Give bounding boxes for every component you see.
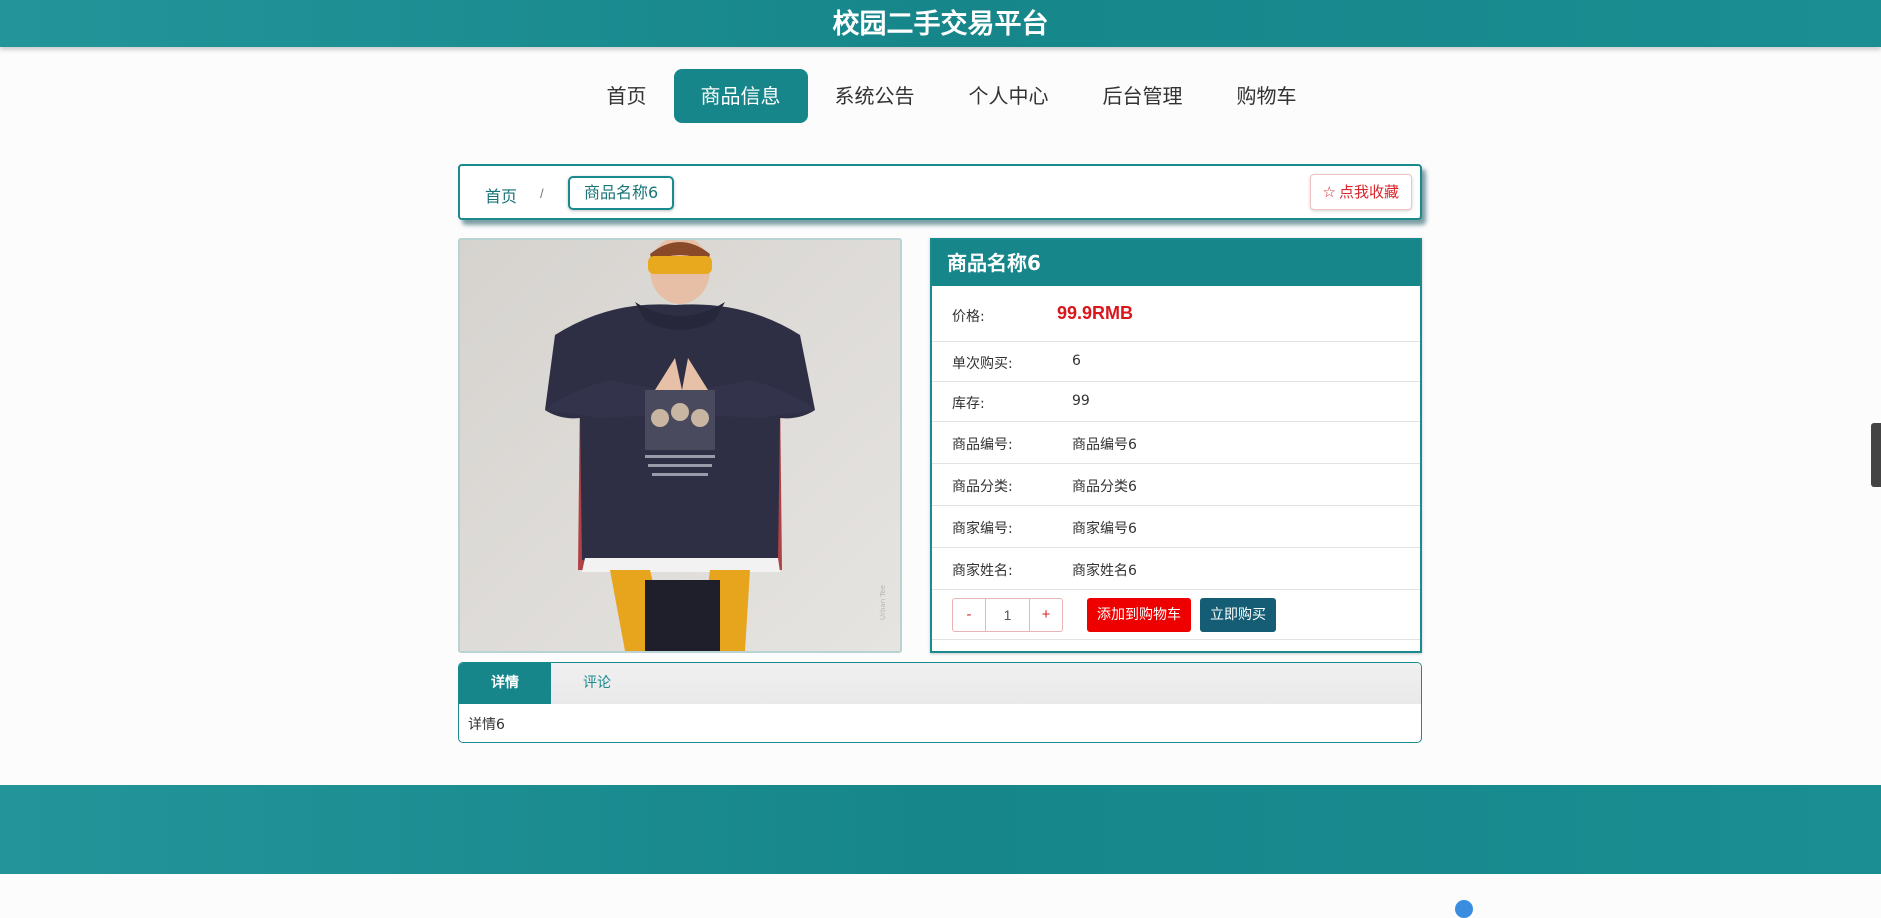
breadcrumb-separator: / [540,186,544,201]
info-row-label: 商家姓名: [952,563,1013,579]
main-nav-list: 首页 商品信息 系统公告 个人中心 后台管理 购物车 [558,69,1324,123]
breadcrumb: 首页 / 商品名称6 ☆ 点我收藏 [458,164,1422,220]
info-row-merchant-id: 商家编号: 商家编号6 [932,506,1420,548]
tab-content: 详情6 [468,717,505,733]
price-value: 99.9RMB [1057,303,1134,323]
tab-details[interactable]: 详情 [459,663,551,704]
tabs-header: 详情 评论 [459,663,1421,704]
info-row-label: 库存: [952,396,985,412]
product-name-heading: 商品名称6 [932,240,1420,286]
buy-now-button[interactable]: 立即购买 [1200,598,1276,632]
info-row-label: 商品分类: [952,479,1013,495]
nav-item-products[interactable]: 商品信息 [673,69,808,123]
floating-action-dot[interactable] [1455,900,1473,918]
info-row-value: 6 [1072,353,1081,369]
breadcrumb-home-link[interactable]: 首页 [485,183,517,207]
favorite-button-label: 点我收藏 [1338,183,1399,201]
nav-item-personal-center[interactable]: 个人中心 [942,69,1076,123]
side-scroll-handle[interactable] [1871,423,1881,487]
quantity-decrease-button[interactable]: - [953,599,985,631]
quantity-stepper: - 1 + [952,598,1063,632]
quantity-input[interactable]: 1 [985,599,1030,631]
info-row-value: 商品分类6 [1072,479,1137,495]
site-footer [0,785,1881,874]
breadcrumb-current[interactable]: 商品名称6 [568,176,675,210]
tab-comments[interactable]: 评论 [551,663,643,704]
nav-item-announcements[interactable]: 系统公告 [808,69,942,123]
info-row-value: 商家姓名6 [1072,563,1137,579]
info-row-single-purchase: 单次购买: 6 [932,342,1420,382]
main-nav: 首页 商品信息 系统公告 个人中心 后台管理 购物车 [0,69,1881,123]
info-row-merchant-name: 商家姓名: 商家姓名6 [932,548,1420,590]
info-row-label: 商品编号: [952,437,1013,453]
price-label: 价格: [952,309,985,325]
info-row-value: 商家编号6 [1072,521,1137,537]
price-row: 价格: 99.9RMB [932,286,1420,342]
svg-text:Urban Tee: Urban Tee [879,585,887,620]
site-header: 校园二手交易平台 [0,0,1881,47]
info-row-label: 单次购买: [952,356,1013,372]
product-image[interactable]: Urban Tee [458,238,902,653]
star-outline-icon: ☆ [1322,183,1336,201]
info-row-value: 商品编号6 [1072,437,1137,453]
info-row-value: 99 [1072,393,1090,409]
product-photo: Urban Tee [460,240,900,651]
nav-item-admin[interactable]: 后台管理 [1076,69,1210,123]
quantity-increase-button[interactable]: + [1030,599,1062,631]
add-to-cart-button[interactable]: 添加到购物车 [1087,598,1191,632]
product-info-panel: 商品名称6 价格: 99.9RMB 单次购买: 6 库存: 99 商品编号: 商… [930,238,1422,653]
info-row-label: 商家编号: [952,521,1013,537]
info-row-product-id: 商品编号: 商品编号6 [932,422,1420,464]
info-row-category: 商品分类: 商品分类6 [932,464,1420,506]
info-row-stock: 库存: 99 [932,382,1420,422]
nav-item-cart[interactable]: 购物车 [1210,69,1324,123]
site-title: 校园二手交易平台 [832,9,1049,40]
detail-tabs: 详情 评论 详情6 [458,662,1422,743]
nav-item-home[interactable]: 首页 [580,69,674,123]
favorite-button[interactable]: ☆ 点我收藏 [1309,174,1412,210]
